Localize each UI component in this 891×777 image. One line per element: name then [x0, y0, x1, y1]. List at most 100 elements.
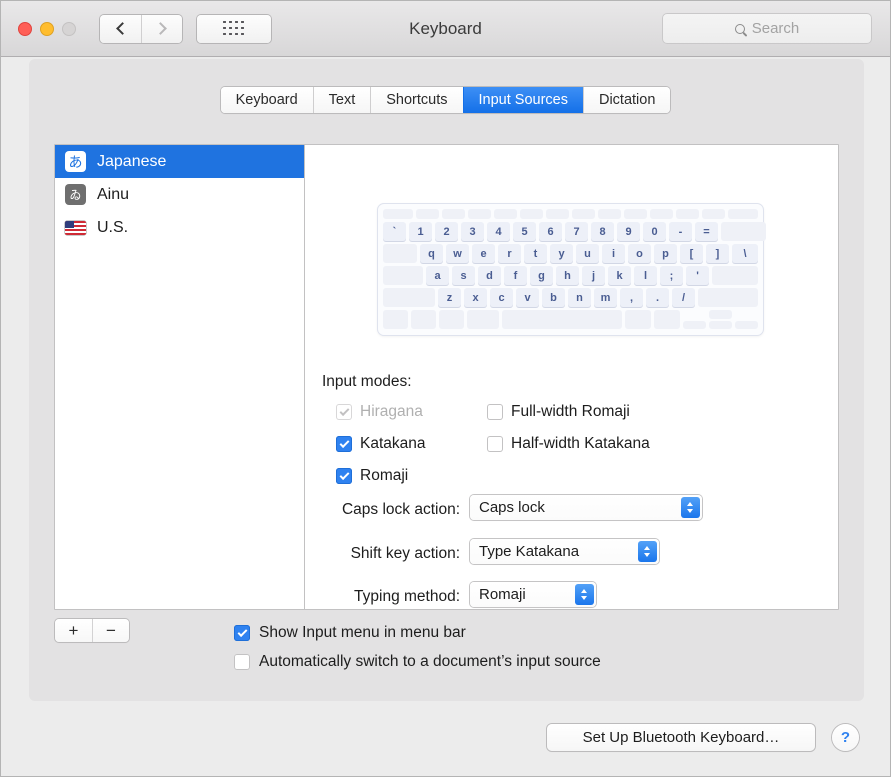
list-item-label: U.S.	[97, 218, 129, 236]
key-option-left	[439, 310, 464, 329]
key-f5	[520, 209, 543, 219]
checkbox-auto-switch-input-source[interactable]: Automatically switch to a document’s inp…	[234, 653, 601, 671]
key-r: r	[498, 244, 521, 263]
key-arrow-left	[683, 320, 706, 329]
key-return	[712, 266, 758, 285]
key-w: w	[446, 244, 469, 263]
minimize-button[interactable]	[40, 21, 54, 36]
checkbox-box[interactable]	[336, 436, 352, 452]
close-button[interactable]	[18, 21, 32, 36]
key-bracket-left: [	[680, 244, 703, 263]
checkbox-full-width-romaji[interactable]: Full-width Romaji	[487, 403, 630, 421]
show-all-button[interactable]	[197, 14, 271, 43]
keyboard-row-home: a s d f g h j k l ; '	[383, 266, 758, 285]
checkbox-half-width-katakana[interactable]: Half-width Katakana	[487, 435, 650, 453]
keyboard-layout-preview: ` 1 2 3 4 5 6 7 8 9 0 - = q w e r t y u …	[377, 203, 766, 336]
search-placeholder: Search	[751, 20, 800, 37]
checkbox-show-input-menu[interactable]: Show Input menu in menu bar	[234, 624, 466, 642]
key-0: 0	[643, 222, 666, 241]
input-source-list[interactable]: あ Japanese ゐ Ainu U.S.	[55, 145, 305, 609]
forward-button	[141, 14, 182, 43]
checkbox-box[interactable]	[487, 436, 503, 452]
typing-method-label: Typing method:	[354, 588, 460, 605]
key-slash: /	[672, 288, 695, 307]
arrow-keys-left-group	[683, 310, 706, 329]
key-f3	[468, 209, 491, 219]
key-space	[502, 310, 622, 329]
key-equals: =	[695, 222, 718, 241]
back-button[interactable]	[100, 14, 141, 43]
key-f8	[598, 209, 621, 219]
input-source-detail: ` 1 2 3 4 5 6 7 8 9 0 - = q w e r t y u …	[305, 145, 838, 609]
tab-text[interactable]: Text	[312, 87, 371, 113]
key-q: q	[420, 244, 443, 263]
back-icon	[115, 22, 129, 35]
keyboard-preferences-window: Keyboard Search Keyboard Text Shortcuts …	[0, 0, 891, 777]
key-minus: -	[669, 222, 692, 241]
shift-key-action-value: Type Katakana	[479, 543, 580, 560]
typing-method-popup[interactable]: Romaji	[470, 582, 596, 607]
key-8: 8	[591, 222, 614, 241]
key-2: 2	[435, 222, 458, 241]
checkbox-box[interactable]	[487, 404, 503, 420]
list-item-label: Ainu	[97, 185, 130, 203]
key-tab	[383, 244, 417, 263]
key-j: j	[582, 266, 605, 285]
shift-key-action-popup[interactable]: Type Katakana	[470, 539, 659, 564]
key-z: z	[438, 288, 461, 307]
key-n: n	[568, 288, 591, 307]
keyboard-row-function	[383, 209, 758, 219]
tab-shortcuts[interactable]: Shortcuts	[370, 87, 463, 113]
caps-lock-action-popup[interactable]: Caps lock	[470, 495, 702, 520]
key-v: v	[516, 288, 539, 307]
tab-dictation[interactable]: Dictation	[582, 87, 671, 113]
checkbox-box[interactable]	[336, 468, 352, 484]
key-f12	[702, 209, 725, 219]
key-control	[411, 310, 436, 329]
search-icon	[734, 23, 745, 34]
japanese-icon: あ	[65, 151, 86, 172]
chevron-updown-icon	[575, 584, 594, 605]
set-up-bluetooth-keyboard-button[interactable]: Set Up Bluetooth Keyboard…	[547, 724, 815, 751]
tab-input-sources[interactable]: Input Sources	[462, 87, 583, 113]
key-capslock	[383, 266, 423, 285]
caps-lock-action-label: Caps lock action:	[341, 501, 460, 518]
keyboard-row-numbers: ` 1 2 3 4 5 6 7 8 9 0 - =	[383, 222, 766, 241]
key-backslash: \	[732, 244, 758, 263]
key-delete	[721, 222, 766, 241]
checkbox-box[interactable]	[234, 625, 250, 641]
list-item-us[interactable]: U.S.	[55, 211, 304, 244]
list-item-japanese[interactable]: あ Japanese	[55, 145, 304, 178]
checkbox-label: Katakana	[360, 435, 426, 452]
input-sources-panel: あ Japanese ゐ Ainu U.S. ` 1 2 3 4 5 6 7 8…	[54, 144, 839, 610]
key-h: h	[556, 266, 579, 285]
checkbox-label: Hiragana	[360, 403, 423, 420]
key-9: 9	[617, 222, 640, 241]
key-bracket-right: ]	[706, 244, 729, 263]
key-comma: ,	[620, 288, 643, 307]
remove-source-button[interactable]: −	[92, 619, 129, 642]
shift-key-action-label: Shift key action:	[350, 545, 460, 562]
key-g: g	[530, 266, 553, 285]
key-3: 3	[461, 222, 484, 241]
key-f7	[572, 209, 595, 219]
checkbox-label: Automatically switch to a document’s inp…	[259, 653, 601, 670]
key-period: .	[646, 288, 669, 307]
keyboard-row-bottom-letters: z x c v b n m , . /	[383, 288, 758, 307]
checkbox-romaji[interactable]: Romaji	[336, 467, 408, 485]
key-option-right	[654, 310, 680, 329]
list-item-ainu[interactable]: ゐ Ainu	[55, 178, 304, 211]
key-l: l	[634, 266, 657, 285]
key-f9	[624, 209, 647, 219]
navigation-buttons	[100, 14, 182, 43]
help-button[interactable]: ?	[832, 724, 859, 751]
tab-keyboard[interactable]: Keyboard	[220, 87, 313, 113]
typing-method-value: Romaji	[479, 586, 526, 603]
add-source-button[interactable]: +	[55, 619, 92, 642]
checkbox-katakana[interactable]: Katakana	[336, 435, 426, 453]
search-field[interactable]: Search	[662, 13, 872, 44]
keyboard-row-modifiers	[383, 310, 758, 329]
key-m: m	[594, 288, 617, 307]
key-6: 6	[539, 222, 562, 241]
checkbox-box[interactable]	[234, 654, 250, 670]
